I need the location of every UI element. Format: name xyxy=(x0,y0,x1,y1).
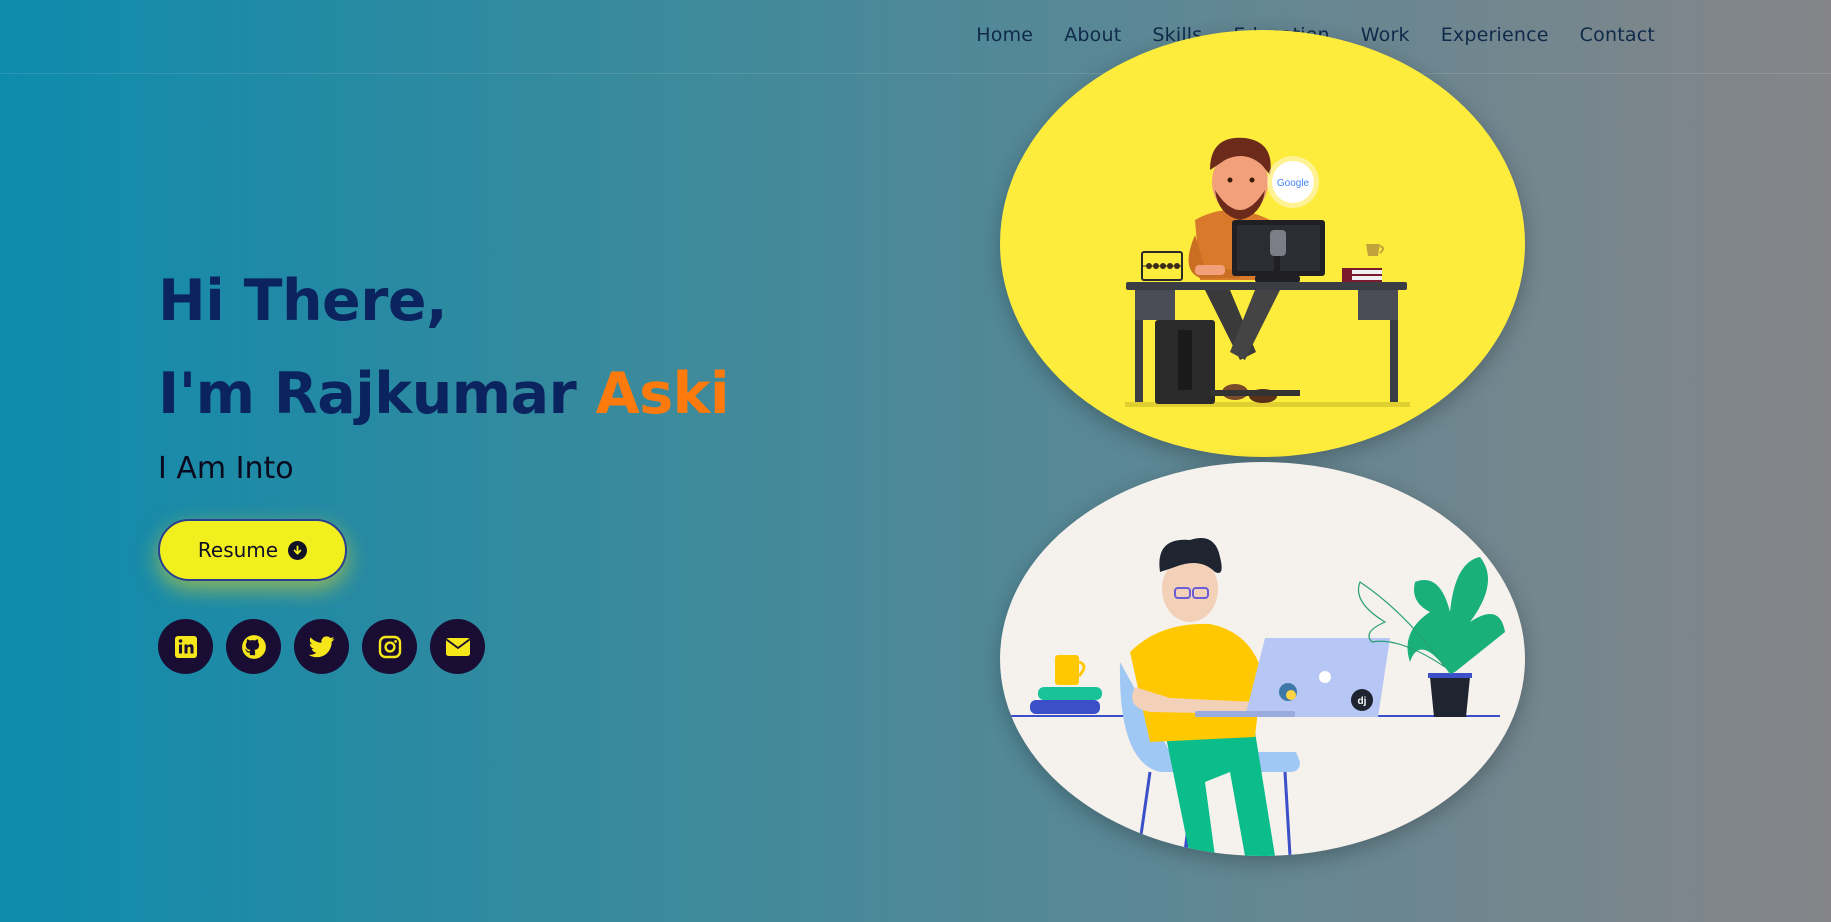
resume-button[interactable]: Resume xyxy=(158,519,347,581)
nav-about[interactable]: About xyxy=(1064,24,1121,46)
social-links xyxy=(158,619,485,674)
twitter-link[interactable] xyxy=(294,619,349,674)
email-link[interactable] xyxy=(430,619,485,674)
twitter-icon xyxy=(308,635,334,657)
django-badge: dj xyxy=(1358,696,1367,707)
nav-home[interactable]: Home xyxy=(976,24,1033,46)
hero-name: I'm Rajkumar Aski xyxy=(158,348,730,441)
hero-greeting: Hi There, xyxy=(158,268,448,334)
coder-laptop-illustration: dj xyxy=(1000,462,1525,856)
google-badge: Google xyxy=(1277,178,1310,189)
github-link[interactable] xyxy=(226,619,281,674)
hero-name-prefix: I'm Rajkumar xyxy=(158,361,596,427)
hero-subtitle: I Am Into xyxy=(158,451,294,486)
hero-name-accent: Aski xyxy=(595,361,730,427)
instagram-link[interactable] xyxy=(362,619,417,674)
linkedin-icon xyxy=(174,635,197,658)
developer-desk-illustration: Google xyxy=(1000,30,1525,457)
navbar: Home About Skills Education Work Experie… xyxy=(0,0,1831,74)
instagram-icon xyxy=(378,635,401,658)
linkedin-link[interactable] xyxy=(158,619,213,674)
nav-contact[interactable]: Contact xyxy=(1580,24,1655,46)
github-icon xyxy=(241,634,266,659)
hero-text: Hi There, I'm Rajkumar Aski I Am Into xyxy=(158,255,730,486)
resume-button-label: Resume xyxy=(197,538,279,562)
nav-work[interactable]: Work xyxy=(1361,24,1410,46)
arrow-circle-down-icon xyxy=(288,540,308,560)
nav-experience[interactable]: Experience xyxy=(1441,24,1549,46)
envelope-icon xyxy=(445,637,470,656)
